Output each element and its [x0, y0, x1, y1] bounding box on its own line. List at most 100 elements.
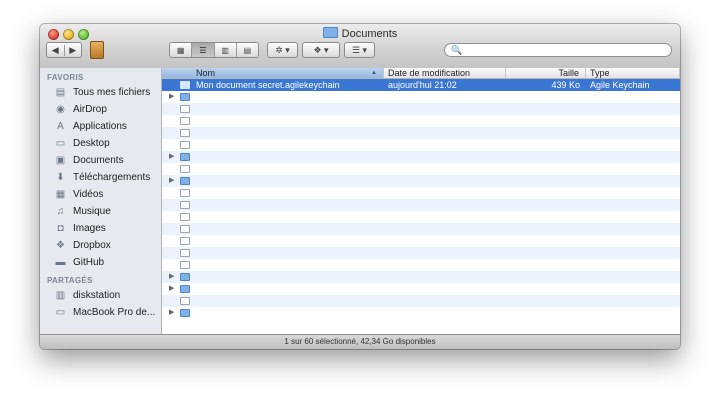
disclosure-triangle-icon[interactable]: ▶ [169, 175, 174, 187]
table-row[interactable] [162, 247, 680, 259]
sidebar-item-musique[interactable]: ♫ Musique [40, 203, 161, 220]
file-type-cell [586, 127, 680, 139]
folder-icon [180, 309, 190, 317]
sidebar-item-applications[interactable]: A Applications [40, 118, 161, 135]
sidebar-item-diskstation[interactable]: ▥ diskstation [40, 287, 161, 304]
document-icon [180, 213, 190, 221]
file-size-cell [506, 235, 586, 247]
nav-buttons: ◀ ▶ [46, 42, 82, 58]
search-icon: 🔍 [451, 45, 463, 55]
sort-ascending-icon: ▲ [371, 70, 377, 76]
table-row[interactable]: ▶ [162, 151, 680, 163]
sidebar-item-dropbox[interactable]: ❖ Dropbox [40, 237, 161, 254]
file-date-cell [384, 127, 506, 139]
table-row[interactable]: ▶ [162, 307, 680, 319]
file-name-cell [162, 235, 384, 247]
file-name-cell [162, 163, 384, 175]
coverflow-view-button[interactable]: ▤ [236, 43, 258, 57]
dropbox-icon: ❖ [56, 240, 65, 251]
bookmark-icon[interactable] [90, 41, 104, 59]
column-view-button[interactable]: ▥ [214, 43, 237, 57]
table-row[interactable] [162, 295, 680, 307]
pictures-icon: ◘ [57, 223, 64, 234]
column-header-type[interactable]: Type [586, 68, 680, 78]
sidebar-item-github[interactable]: ▬ GitHub [40, 254, 161, 271]
sidebar-item-t-l-chargements[interactable]: ⬇ Téléchargements [40, 169, 161, 186]
dropbox-menu-button[interactable]: ❖ ▾ [302, 42, 340, 58]
table-row[interactable] [162, 115, 680, 127]
icon-view-button[interactable]: ▦ [170, 43, 193, 57]
disclosure-triangle-icon[interactable]: ▶ [169, 91, 174, 103]
file-size-cell [506, 91, 586, 103]
file-type-cell [586, 199, 680, 211]
table-row[interactable] [162, 259, 680, 271]
sidebar-item-label: Musique [73, 206, 111, 217]
file-type-cell [586, 139, 680, 151]
column-header-name-label: Nom [196, 68, 216, 78]
disclosure-triangle-icon[interactable]: ▶ [169, 151, 174, 163]
file-name-cell: ▶ [162, 175, 384, 187]
file-date-cell [384, 295, 506, 307]
table-row[interactable] [162, 163, 680, 175]
disclosure-triangle-icon[interactable]: ▶ [169, 283, 174, 295]
folder-icon [180, 93, 190, 101]
folder-icon [180, 153, 190, 161]
sidebar-item-label: Dropbox [73, 240, 111, 251]
arrange-button[interactable]: ☰ ▾ [344, 42, 375, 58]
sidebar-item-label: AirDrop [73, 104, 107, 115]
sidebar-item-label: MacBook Pro de... [73, 307, 156, 318]
sidebar-item-label: Images [73, 223, 106, 234]
table-row[interactable] [162, 199, 680, 211]
table-row[interactable] [162, 223, 680, 235]
document-icon [180, 165, 190, 173]
forward-button[interactable]: ▶ [65, 45, 82, 56]
title-bar: Documents ◀ ▶ ▦ ☰ ▥ ▤ ✲ ▾ ❖ ▾ ☰ ▾ 🔍 [40, 24, 680, 69]
table-row[interactable] [162, 127, 680, 139]
sidebar-item-documents[interactable]: ▣ Documents [40, 152, 161, 169]
file-date-cell [384, 151, 506, 163]
file-size-cell: 439 Ko [551, 80, 580, 90]
sidebar-item-label: diskstation [73, 290, 121, 301]
table-row[interactable] [162, 187, 680, 199]
table-row[interactable]: ▶ [162, 271, 680, 283]
document-icon [180, 225, 190, 233]
column-header-date[interactable]: Date de modification [384, 68, 506, 78]
file-date-cell [384, 247, 506, 259]
table-row[interactable] [162, 103, 680, 115]
sidebar: FAVORIS ▤ Tous mes fichiers ◉ AirDrop A Applic… [40, 68, 162, 334]
laptop-icon: ▭ [55, 307, 66, 318]
sidebar-item-airdrop[interactable]: ◉ AirDrop [40, 101, 161, 118]
document-icon [180, 129, 190, 137]
sidebar-item-images[interactable]: ◘ Images [40, 220, 161, 237]
music-icon: ♫ [56, 206, 65, 217]
folder-icon [180, 177, 190, 185]
search-field[interactable]: 🔍 [444, 43, 672, 57]
sidebar-item-vid-os[interactable]: ▦ Vidéos [40, 186, 161, 203]
table-row[interactable] [162, 211, 680, 223]
table-row[interactable] [162, 139, 680, 151]
back-button[interactable]: ◀ [47, 44, 65, 56]
selected-file-row[interactable]: Mon document secret.agilekeychain aujourd… [162, 79, 680, 91]
sidebar-item-desktop[interactable]: ▭ Desktop [40, 135, 161, 152]
airdrop-icon: ◉ [56, 104, 65, 115]
file-type-cell [586, 187, 680, 199]
table-row[interactable]: ▶ [162, 283, 680, 295]
list-view-button[interactable]: ☰ [192, 43, 215, 57]
disclosure-triangle-icon[interactable]: ▶ [169, 271, 174, 283]
table-row[interactable]: ▶ [162, 175, 680, 187]
desktop-icon: ▭ [55, 138, 66, 149]
action-gear-button[interactable]: ✲ ▾ [267, 42, 298, 58]
table-row[interactable] [162, 235, 680, 247]
file-size-cell [506, 115, 586, 127]
sidebar-item-tous-mes-fichiers[interactable]: ▤ Tous mes fichiers [40, 84, 161, 101]
table-row[interactable]: ▶ [162, 91, 680, 103]
column-header-size[interactable]: Taille [506, 68, 586, 78]
column-header-name[interactable]: Nom ▲ [162, 68, 384, 78]
file-name-cell [162, 247, 384, 259]
disclosure-triangle-icon[interactable]: ▶ [169, 307, 174, 319]
file-name-cell [162, 259, 384, 271]
document-icon [180, 141, 190, 149]
sidebar-item-macbook-pro-de-[interactable]: ▭ MacBook Pro de... [40, 304, 161, 321]
file-name-cell [162, 139, 384, 151]
file-date-cell [384, 259, 506, 271]
